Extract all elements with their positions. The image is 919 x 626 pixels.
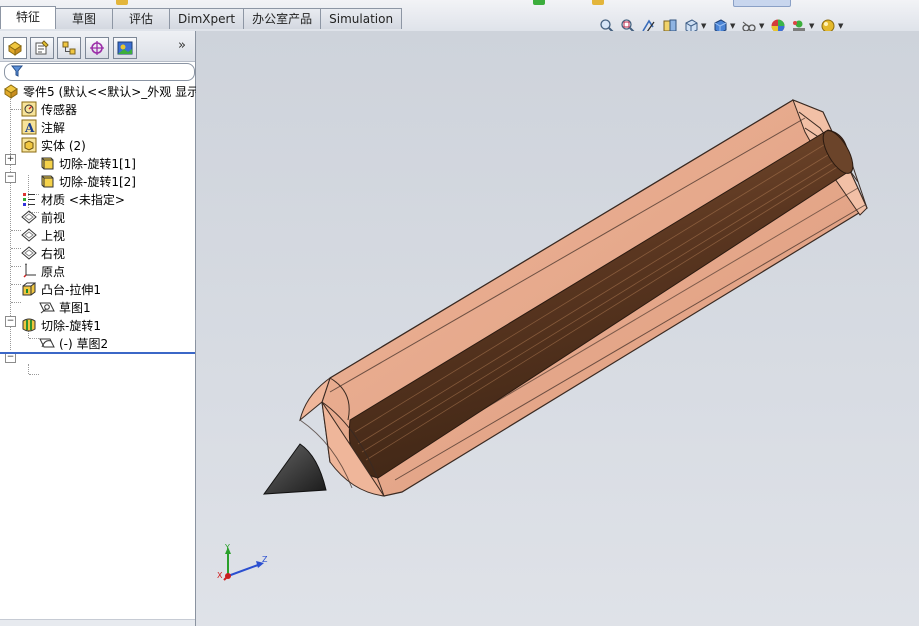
tree-line [29, 338, 39, 339]
tree-item-cut-revolve[interactable]: 切除-旋转1 [21, 316, 101, 334]
tree-item-label: 凸台-拉伸1 [41, 282, 101, 297]
tree-item-top-plane[interactable]: 上视 [21, 226, 65, 244]
tab-evaluate[interactable]: 评估 [112, 8, 170, 29]
tree-item-solid-bodies[interactable]: 实体 (2) [21, 136, 86, 154]
triad-x-label: X [217, 571, 223, 580]
tree-item-sketch2[interactable]: (-) 草图2 [39, 334, 108, 352]
plane-icon [21, 227, 37, 243]
tree-line [28, 364, 29, 374]
triad-y-label: Y [224, 543, 230, 552]
origin-icon [21, 263, 37, 279]
tree-item-annotations[interactable]: A 注解 [21, 118, 65, 136]
tree-filter-input[interactable] [4, 63, 195, 81]
tree-line [11, 284, 21, 285]
tree-item-label: 右视 [41, 246, 66, 261]
annotation-icon: A [21, 119, 37, 135]
lightbulb-icon[interactable] [533, 0, 545, 5]
propertymanager-icon[interactable] [30, 37, 54, 59]
tree-item-origin[interactable]: 原点 [21, 262, 65, 280]
tree-line [11, 266, 21, 267]
chevron-down-icon[interactable]: ▼ [809, 22, 816, 30]
collapse-toggle-boss-extrude[interactable]: − [5, 316, 16, 327]
tree-item-body-1[interactable]: 切除-旋转1[1] [39, 154, 136, 172]
triad-z-label: Z [262, 555, 268, 564]
tree-item-front-plane[interactable]: 前视 [21, 208, 65, 226]
graphics-area[interactable] [196, 31, 919, 626]
tree-item-label: 切除-旋转1[1] [59, 156, 136, 171]
featuremanager-icon[interactable] [3, 37, 27, 59]
tree-item-label: (-) 草图2 [59, 336, 109, 351]
solid-body-icon [39, 155, 55, 171]
filter-icon [10, 65, 24, 80]
tree-item-part-root[interactable]: 零件5 (默认<<默认>_外观 显示 [3, 82, 199, 100]
tree-item-sensors[interactable]: 传感器 [21, 100, 77, 118]
tree-item-body-2[interactable]: 切除-旋转1[2] [39, 172, 136, 190]
tab-sketch[interactable]: 草图 [55, 8, 113, 29]
more-tabs-icon[interactable]: » [178, 38, 186, 53]
tree-line [11, 248, 21, 249]
tree-item-boss-extrude[interactable]: 凸台-拉伸1 [21, 280, 101, 298]
tree-item-sketch1[interactable]: 草图1 [39, 298, 91, 316]
tree-item-label: 零件5 (默认<<默认>_外观 显示 [23, 84, 200, 99]
tab-simulation[interactable]: Simulation [320, 8, 403, 29]
plane-icon [21, 209, 37, 225]
coordinate-triad: Y Z X [217, 543, 268, 581]
tab-features[interactable]: 特征 [0, 6, 56, 29]
sketch-icon [39, 299, 55, 315]
tree-item-material[interactable]: 材质 <未指定> [21, 190, 125, 208]
feature-manager-panel: » + − − − 零件5 (默认<<默认>_外观 显示 传感器 A 注解 实体… [0, 31, 199, 626]
chevron-down-icon[interactable]: ▼ [759, 22, 766, 30]
boss-extrude-icon [21, 281, 37, 297]
tree-item-label: 切除-旋转1[2] [59, 174, 136, 189]
solid-bodies-folder-icon [21, 137, 37, 153]
tree-item-label: 注解 [41, 120, 66, 135]
expand-toggle-annotations[interactable]: + [5, 154, 16, 165]
tree-item-label: 草图1 [59, 300, 91, 315]
rollback-bar[interactable] [0, 352, 195, 354]
sketch-icon [39, 335, 55, 351]
tree-item-label: 前视 [41, 210, 66, 225]
graphite-tip [262, 443, 327, 495]
chevron-down-icon[interactable]: ▼ [701, 22, 708, 30]
solid-body-icon [39, 173, 55, 189]
tree-line [11, 302, 21, 303]
tree-line [10, 93, 11, 350]
svg-text:A: A [24, 121, 35, 135]
displaymanager-icon[interactable] [113, 37, 137, 59]
tab-office-products[interactable]: 办公室产品 [243, 8, 322, 29]
lead-core [348, 129, 850, 479]
dimxpertmanager-icon[interactable] [85, 37, 109, 59]
tab-dimxpert[interactable]: DimXpert [169, 8, 245, 29]
cut-revolve-icon [21, 317, 37, 333]
folder-icon[interactable] [592, 0, 604, 5]
tree-item-label: 原点 [41, 264, 66, 279]
active-command-button[interactable] [733, 0, 791, 7]
material-icon [21, 191, 37, 207]
tree-item-label: 传感器 [41, 102, 78, 117]
tree-item-label: 上视 [41, 228, 66, 243]
tree-line [11, 109, 21, 110]
folder-icon[interactable] [116, 0, 128, 5]
feature-manager-tabs: » [0, 31, 195, 62]
collapse-toggle-solid-bodies[interactable]: − [5, 172, 16, 183]
tree-item-label: 切除-旋转1 [41, 318, 101, 333]
sensor-icon [21, 101, 37, 117]
chevron-down-icon[interactable]: ▼ [838, 22, 845, 30]
chevron-down-icon[interactable]: ▼ [730, 22, 737, 30]
tree-line [29, 374, 39, 375]
horizontal-scrollbar[interactable] [0, 619, 195, 626]
part-icon [3, 83, 19, 99]
plane-icon [21, 245, 37, 261]
tree-item-right-plane[interactable]: 右视 [21, 244, 65, 262]
tree-line [11, 230, 21, 231]
tree-item-label: 材质 <未指定> [41, 192, 125, 207]
tree-item-label: 实体 (2) [41, 138, 86, 153]
pencil-model[interactable] [196, 31, 919, 626]
configurationmanager-icon[interactable] [57, 37, 81, 59]
command-tabs: 特征 草图 评估 DimXpert 办公室产品 Simulation [0, 6, 403, 30]
